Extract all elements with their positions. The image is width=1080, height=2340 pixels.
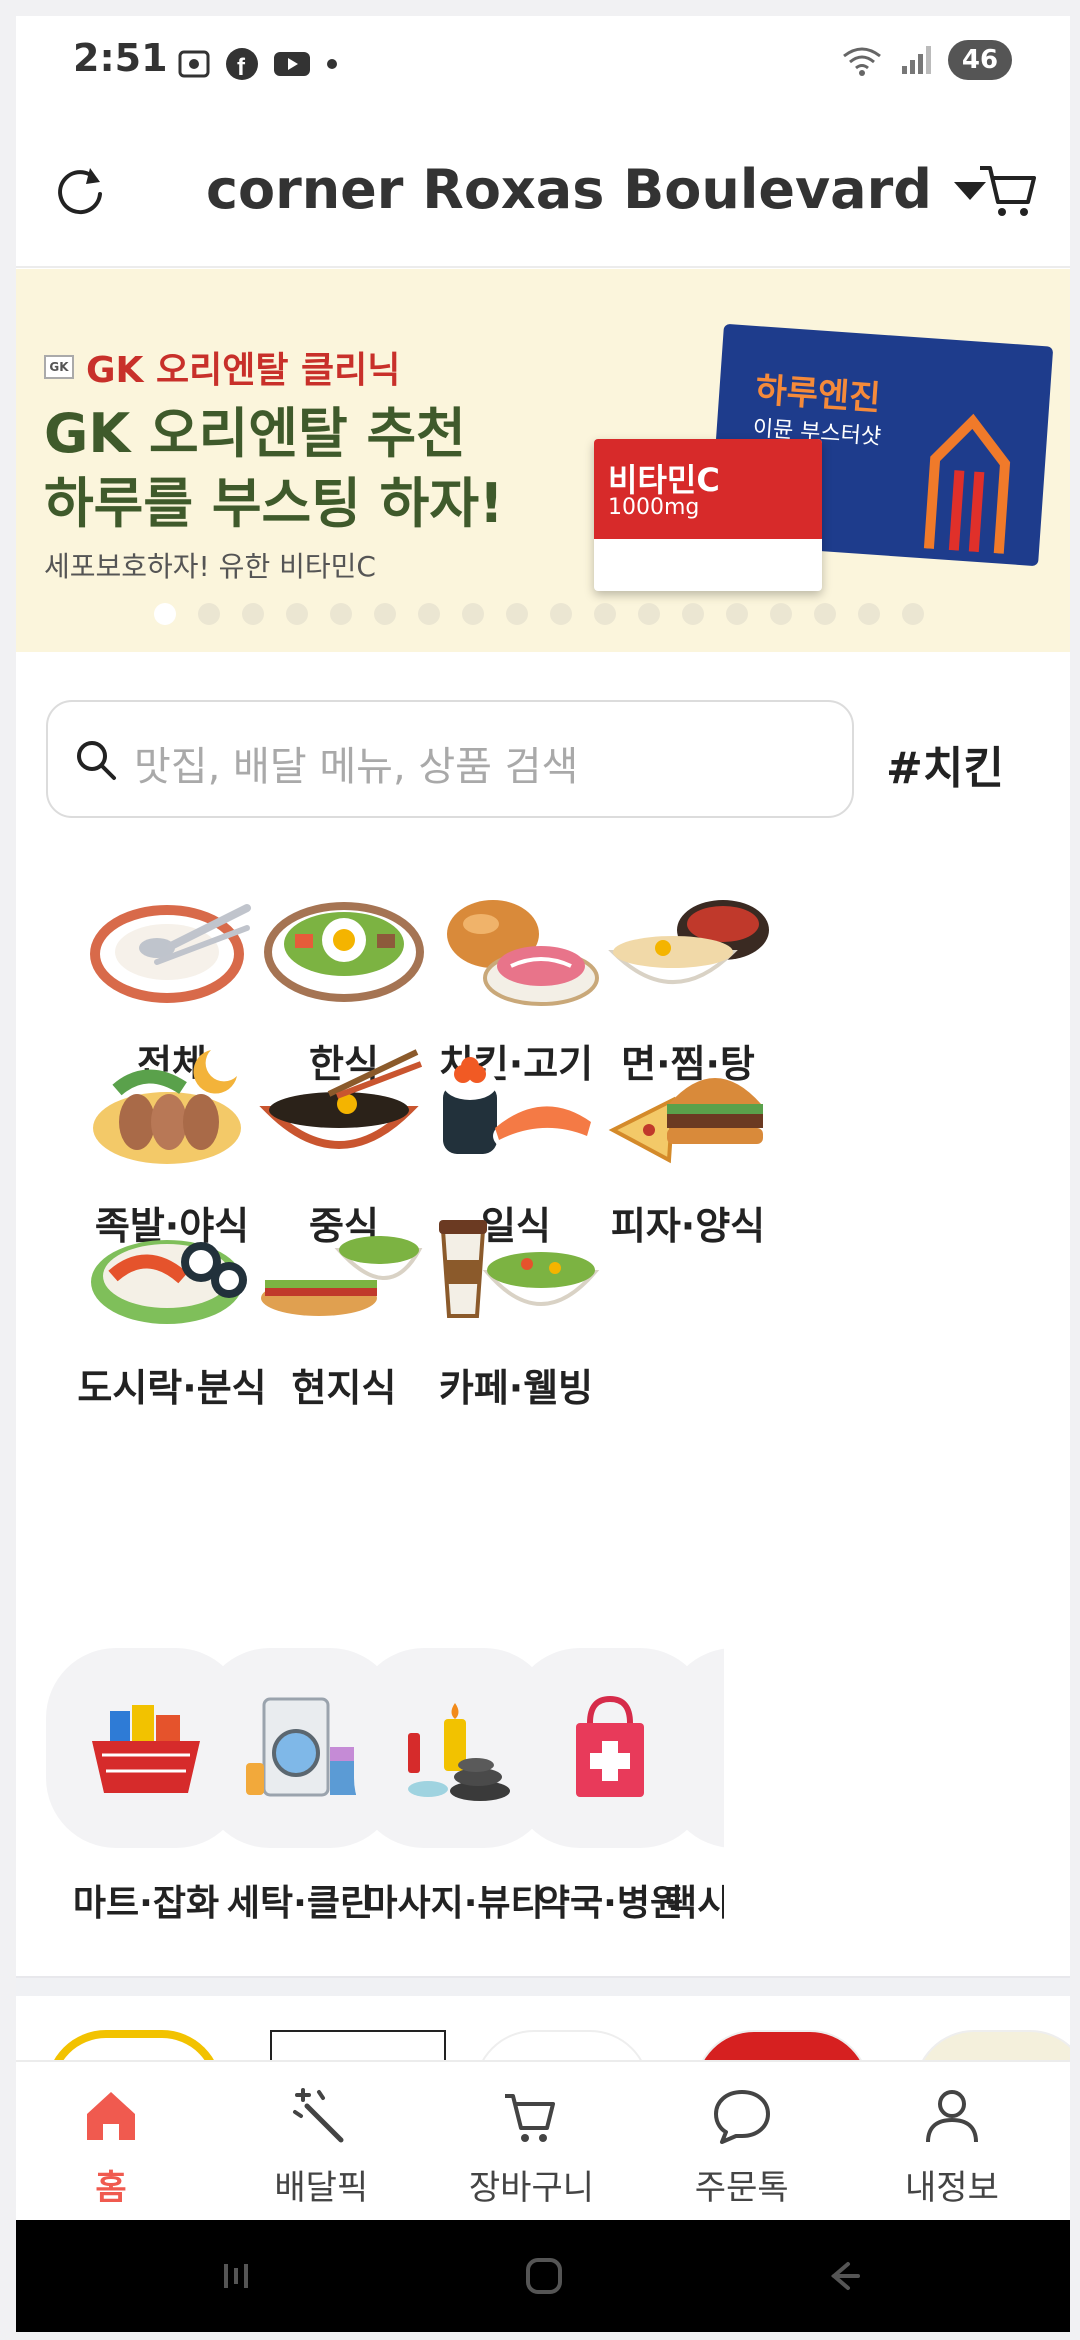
taxi-icon xyxy=(664,1648,724,1848)
notification-dot-icon xyxy=(327,59,337,69)
status-time: 2:51 xyxy=(73,36,168,80)
banner-brand-label: GK 오리엔탈 클리닉 xyxy=(86,350,401,391)
banner-headline: GK 오리엔탈 추천 하루를 부스팅 하자! xyxy=(44,399,504,539)
carousel-dot[interactable] xyxy=(506,603,528,625)
magic-wand-icon xyxy=(236,2084,406,2148)
carousel-dot[interactable] xyxy=(550,603,572,625)
chat-icon xyxy=(657,2084,827,2148)
location-label: corner Roxas Boulevard xyxy=(206,158,932,221)
facebook-icon: f xyxy=(226,48,258,81)
system-navigation-bar xyxy=(16,2220,1070,2332)
refresh-icon[interactable] xyxy=(50,160,110,220)
nav-tab[interactable]: 장바구니 xyxy=(446,2084,616,2209)
carousel-dot[interactable] xyxy=(638,603,660,625)
status-app-icons: f xyxy=(176,46,340,82)
cart-icon xyxy=(446,2084,616,2148)
category-label: 카페·웰빙 xyxy=(438,1366,594,1410)
category-item[interactable]: 카페·웰빙 xyxy=(400,1186,632,1412)
carousel-dot[interactable] xyxy=(418,603,440,625)
youtube-icon xyxy=(274,52,310,76)
carousel-dot[interactable] xyxy=(858,603,880,625)
pizza-burger-icon xyxy=(572,1024,804,1194)
nav-tab-label: 홈 xyxy=(95,2168,127,2208)
nav-tab-label: 장바구니 xyxy=(468,2168,595,2208)
carousel-dot[interactable] xyxy=(594,603,616,625)
location-selector[interactable]: corner Roxas Boulevard xyxy=(206,158,988,221)
soup-bowl-icon xyxy=(572,862,804,1032)
bottom-navigation: 홈 배달픽 장바구니 주문톡 내정보 xyxy=(16,2060,1070,2220)
search-placeholder: 맛집, 배달 메뉴, 상품 검색 xyxy=(134,744,579,790)
search-input[interactable]: 맛집, 배달 메뉴, 상품 검색 xyxy=(46,700,854,818)
status-bar: 2:51 f 46 xyxy=(16,16,1070,108)
hashtag-link[interactable]: #치킨 xyxy=(886,732,1004,796)
product2-sub: 1000mg xyxy=(608,495,700,520)
carousel-dot[interactable] xyxy=(682,603,704,625)
signal-icon xyxy=(902,46,931,74)
recent-apps-icon[interactable] xyxy=(216,2258,256,2294)
svg-text:f: f xyxy=(237,54,246,81)
home-icon xyxy=(26,2084,196,2148)
brand-logo: GK xyxy=(44,355,74,379)
home-button-icon[interactable] xyxy=(524,2256,564,2296)
phone-screen: 2:51 f 46 corner Roxas Boulevard GK GK 오… xyxy=(16,16,1070,2332)
banner-headline-line1: GK 오리엔탈 추천 xyxy=(44,402,466,465)
carousel-dot[interactable] xyxy=(286,603,308,625)
section-divider xyxy=(16,1976,1070,1996)
screenshot-icon xyxy=(178,50,210,78)
back-icon[interactable] xyxy=(824,2258,864,2294)
status-right: 46 xyxy=(840,40,1012,80)
battery-indicator: 46 xyxy=(948,40,1012,80)
wifi-icon xyxy=(843,47,881,76)
carousel-dot[interactable] xyxy=(198,603,220,625)
arrow-up-graphic-icon xyxy=(923,413,1011,554)
coffee-salad-icon xyxy=(400,1186,632,1356)
banner-headline-line2: 하루를 부스팅 하자! xyxy=(44,472,504,535)
carousel-dot[interactable] xyxy=(814,603,836,625)
product-box-red: 비타민C 1000mg xyxy=(594,439,822,591)
nav-tab[interactable]: 내정보 xyxy=(867,2084,1037,2209)
service-label: 택시 xyxy=(664,1883,724,1924)
carousel-dot[interactable] xyxy=(902,603,924,625)
promo-banner[interactable]: GK GK 오리엔탈 클리닉 GK 오리엔탈 추천 하루를 부스팅 하자! 세포… xyxy=(16,269,1070,652)
search-icon xyxy=(77,741,116,780)
nav-tab-label: 내정보 xyxy=(905,2168,999,2208)
cart-icon[interactable] xyxy=(976,158,1040,222)
nav-tab-label: 주문톡 xyxy=(694,2168,789,2208)
app-header: corner Roxas Boulevard xyxy=(16,108,1070,268)
carousel-dot[interactable] xyxy=(330,603,352,625)
carousel-dot[interactable] xyxy=(770,603,792,625)
service-item[interactable]: 택시 xyxy=(664,1648,724,1926)
carousel-dots xyxy=(154,603,924,625)
banner-brand: GK GK 오리엔탈 클리닉 xyxy=(44,341,400,393)
nav-tab[interactable]: 배달픽 xyxy=(236,2084,406,2209)
nav-tab[interactable]: 주문톡 xyxy=(657,2084,827,2209)
carousel-dot[interactable] xyxy=(462,603,484,625)
banner-subtext: 세포보호하자! 유한 비타민C xyxy=(44,550,376,583)
carousel-dot[interactable] xyxy=(374,603,396,625)
carousel-dot[interactable] xyxy=(242,603,264,625)
nav-tab-label: 배달픽 xyxy=(274,2168,369,2208)
carousel-dot[interactable] xyxy=(726,603,748,625)
carousel-dot[interactable] xyxy=(154,603,176,625)
nav-tab[interactable]: 홈 xyxy=(26,2084,196,2209)
user-icon xyxy=(867,2084,1037,2148)
